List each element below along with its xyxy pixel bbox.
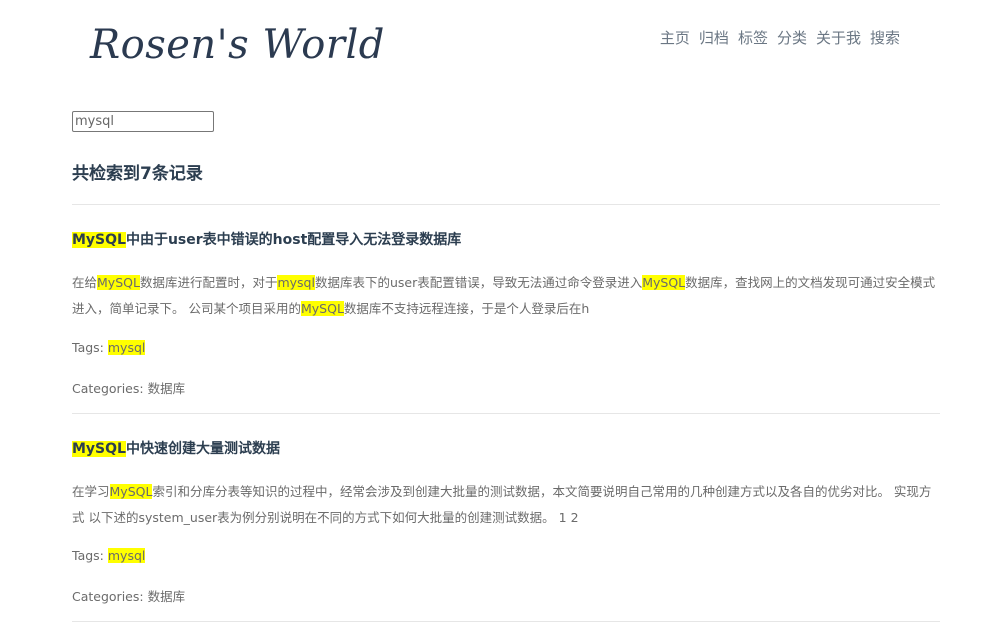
post-excerpt: 在学习MySQL索引和分库分表等知识的过程中，经常会涉及到创建大批量的测试数据，… bbox=[72, 479, 938, 531]
excerpt-highlight: MySQL bbox=[300, 301, 344, 316]
tag-link[interactable]: mysql bbox=[107, 548, 146, 563]
tag-link[interactable]: mysql bbox=[107, 340, 146, 355]
excerpt-text: 在学习 bbox=[72, 484, 110, 499]
nav-search[interactable]: 搜索 bbox=[870, 27, 900, 48]
title-text: 中由于user表中错误的host配置导入无法登录数据库 bbox=[125, 232, 462, 248]
main-nav: 主页 归档 标签 分类 关于我 搜索 bbox=[660, 27, 900, 48]
title-highlight: MySQL bbox=[72, 441, 126, 457]
divider bbox=[72, 204, 940, 205]
category-link[interactable]: 数据库 bbox=[148, 381, 186, 396]
nav-categories[interactable]: 分类 bbox=[777, 27, 807, 48]
nav-home[interactable]: 主页 bbox=[660, 27, 690, 48]
post-title[interactable]: MySQL中由于user表中错误的host配置导入无法登录数据库 bbox=[72, 229, 461, 249]
post-tags: Tags: mysql bbox=[72, 340, 146, 355]
excerpt-highlight: mysql bbox=[277, 275, 315, 290]
category-link[interactable]: 数据库 bbox=[148, 589, 186, 604]
post-tags: Tags: mysql bbox=[72, 548, 146, 563]
search-input[interactable] bbox=[72, 111, 214, 132]
divider bbox=[72, 621, 940, 622]
nav-archive[interactable]: 归档 bbox=[699, 27, 729, 48]
title-highlight: MySQL bbox=[72, 232, 126, 248]
excerpt-text: 在给 bbox=[72, 275, 98, 290]
title-text: 中快速创建大量测试数据 bbox=[125, 441, 280, 457]
excerpt-text: 数据库不支持远程连接，于是个人登录后在h bbox=[343, 301, 590, 316]
excerpt-highlight: MySQL bbox=[109, 484, 153, 499]
tags-label: Tags: bbox=[72, 340, 104, 355]
excerpt-text: 数据库进行配置时，对于 bbox=[139, 275, 278, 290]
excerpt-highlight: MySQL bbox=[642, 275, 686, 290]
post-title[interactable]: MySQL中快速创建大量测试数据 bbox=[72, 438, 280, 458]
post-categories: Categories: 数据库 bbox=[72, 586, 185, 605]
site-header: Rosen's World 主页 归档 标签 分类 关于我 搜索 bbox=[0, 0, 1000, 90]
nav-about[interactable]: 关于我 bbox=[816, 27, 861, 48]
site-logo[interactable]: Rosen's World bbox=[90, 22, 385, 68]
excerpt-text: 索引和分库分表等知识的过程中，经常会涉及到创建大批量的测试数据，本文简要说明自己… bbox=[72, 484, 932, 525]
divider bbox=[72, 413, 940, 414]
post-excerpt: 在给MySQL数据库进行配置时，对于mysql数据库表下的user表配置错误，导… bbox=[72, 270, 938, 322]
nav-tags[interactable]: 标签 bbox=[738, 27, 768, 48]
categories-label: Categories: bbox=[72, 381, 144, 396]
excerpt-highlight: MySQL bbox=[97, 275, 140, 290]
tags-label: Tags: bbox=[72, 548, 104, 563]
result-count: 共检索到7条记录 bbox=[72, 164, 203, 184]
excerpt-text: 数据库表下的user表配置错误，导致无法通过命令登录进入 bbox=[314, 275, 643, 290]
categories-label: Categories: bbox=[72, 589, 144, 604]
post-categories: Categories: 数据库 bbox=[72, 378, 185, 397]
